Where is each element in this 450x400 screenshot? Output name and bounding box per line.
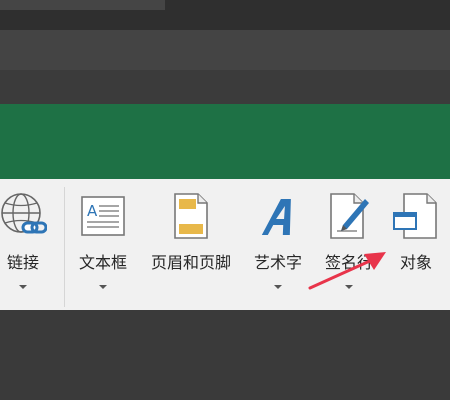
object-label: 对象 — [399, 253, 432, 272]
link-button[interactable]: 链接 — [0, 179, 48, 289]
wordart-label: 艺术字 — [253, 253, 302, 272]
worksheet-area — [0, 310, 450, 400]
header-footer-label: 页眉和页脚 — [150, 253, 231, 272]
header-footer-icon — [167, 191, 215, 241]
link-dropdown-caret[interactable] — [19, 285, 27, 289]
svg-text:A: A — [87, 202, 98, 220]
link-label: 链接 — [6, 253, 39, 272]
title-tab-ghost — [0, 0, 165, 10]
object-icon — [392, 191, 440, 241]
annotation-arrow-icon — [308, 252, 386, 290]
group-separator — [64, 187, 65, 307]
signature-line-icon — [325, 191, 373, 241]
toolbar-band-lower — [0, 70, 450, 104]
textbox-dropdown-caret[interactable] — [99, 285, 107, 289]
toolbar-band — [0, 30, 450, 70]
textbox-button[interactable]: A 文本框 — [72, 179, 134, 289]
wordart-icon — [254, 191, 302, 241]
wordart-dropdown-caret[interactable] — [274, 285, 282, 289]
window-title-strip — [0, 0, 450, 30]
textbox-icon: A — [79, 191, 127, 241]
globe-link-icon — [0, 191, 47, 241]
header-footer-button[interactable]: 页眉和页脚 — [139, 179, 243, 273]
textbox-label: 文本框 — [78, 253, 127, 272]
ribbon-tab-bar — [0, 104, 450, 179]
